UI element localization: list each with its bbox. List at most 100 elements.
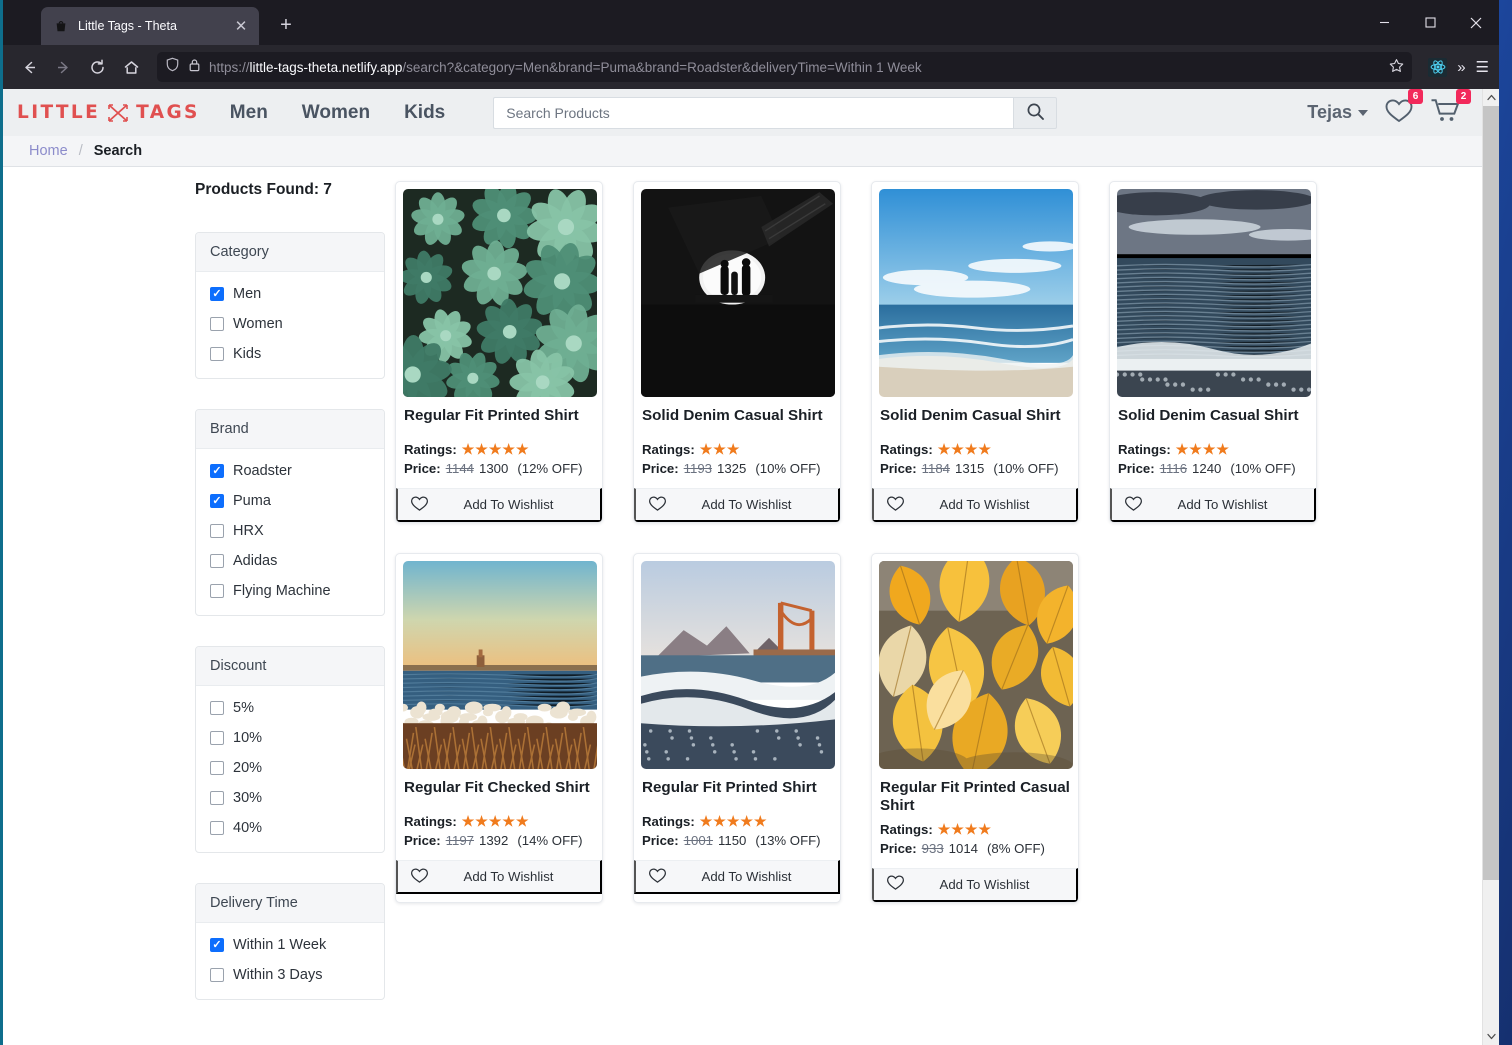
heart-outline-icon: [410, 867, 429, 887]
wishlist-button[interactable]: 6: [1384, 89, 1423, 129]
product-image[interactable]: [641, 189, 835, 397]
product-card[interactable]: Solid Denim Casual Shirt Ratings: ★★★★ P…: [871, 181, 1079, 523]
breadcrumb-home[interactable]: Home: [29, 143, 68, 159]
search-button[interactable]: [1013, 96, 1058, 129]
product-image[interactable]: [879, 561, 1073, 769]
add-to-wishlist-button[interactable]: Add To Wishlist: [872, 867, 1078, 902]
add-to-wishlist-button[interactable]: Add To Wishlist: [1110, 488, 1316, 522]
filter-option[interactable]: Puma: [210, 493, 370, 509]
search-input[interactable]: [493, 96, 1014, 129]
product-card[interactable]: Regular Fit Printed Casual Shirt Ratings…: [871, 553, 1079, 903]
filter-checkbox[interactable]: [210, 761, 224, 775]
scrollbar-track[interactable]: [1483, 106, 1499, 1028]
web-page: LITTLE TAGS Men Women Kids Search Produc…: [3, 89, 1482, 1045]
product-grid: Regular Fit Printed Shirt Ratings: ★★★★★…: [395, 181, 1482, 1045]
back-button[interactable]: [13, 51, 45, 83]
toolbar-overflow-icon[interactable]: »: [1457, 59, 1465, 76]
maximize-button[interactable]: [1407, 0, 1453, 45]
reload-button[interactable]: [81, 51, 113, 83]
page-scrollbar[interactable]: [1482, 89, 1499, 1045]
browser-tab[interactable]: Little Tags - Theta ✕: [41, 7, 259, 45]
product-image[interactable]: [403, 561, 597, 769]
filter-option[interactable]: Kids: [210, 346, 370, 362]
close-window-button[interactable]: [1453, 0, 1499, 45]
app-menu-icon[interactable]: ☰: [1476, 58, 1489, 76]
filter-checkbox[interactable]: [210, 821, 224, 835]
filter-option[interactable]: Within 3 Days: [210, 967, 370, 983]
filter-checkbox[interactable]: [210, 347, 224, 361]
product-image[interactable]: [641, 561, 835, 769]
heart-outline-icon: [648, 867, 667, 887]
nav-link-kids[interactable]: Kids: [404, 102, 445, 124]
filter-option[interactable]: Within 1 Week: [210, 937, 370, 953]
filter-checkbox[interactable]: [210, 938, 224, 952]
scroll-down-button[interactable]: [1483, 1028, 1499, 1045]
tab-close-icon[interactable]: ✕: [231, 19, 251, 34]
product-price: Price: 1144 1300 (12% OFF): [403, 458, 595, 476]
product-image[interactable]: [1117, 189, 1311, 397]
filter-checkbox[interactable]: [210, 791, 224, 805]
add-to-wishlist-button[interactable]: Add To Wishlist: [634, 860, 840, 894]
product-image[interactable]: [403, 189, 597, 397]
filter-checkbox[interactable]: [210, 287, 224, 301]
new-tab-button[interactable]: +: [273, 14, 299, 37]
filter-checkbox[interactable]: [210, 584, 224, 598]
filter-option[interactable]: 10%: [210, 730, 370, 746]
nav-link-women[interactable]: Women: [302, 102, 370, 124]
price-label: Price:: [880, 461, 917, 476]
filter-option[interactable]: Women: [210, 316, 370, 332]
original-price: 1001: [683, 833, 713, 848]
filter-option[interactable]: 30%: [210, 790, 370, 806]
add-to-wishlist-button[interactable]: Add To Wishlist: [396, 860, 602, 894]
home-button[interactable]: [115, 51, 147, 83]
product-card[interactable]: Solid Denim Casual Shirt Ratings: ★★★ Pr…: [633, 181, 841, 523]
product-card[interactable]: Regular Fit Checked Shirt Ratings: ★★★★★…: [395, 553, 603, 903]
product-card[interactable]: Solid Denim Casual Shirt Ratings: ★★★★ P…: [1109, 181, 1317, 523]
url-bar[interactable]: https://little-tags-theta.netlify.app/se…: [157, 52, 1413, 82]
heart-outline-icon: [1124, 495, 1143, 515]
nav-link-men[interactable]: Men: [230, 102, 268, 124]
filter-option[interactable]: Roadster: [210, 463, 370, 479]
original-price: 1116: [1159, 461, 1188, 476]
filter-checkbox[interactable]: [210, 968, 224, 982]
product-price: Price: 933 1014 (8% OFF): [879, 838, 1071, 856]
filter-option[interactable]: HRX: [210, 523, 370, 539]
filter-option-label: Puma: [233, 493, 271, 509]
filter-checkbox[interactable]: [210, 464, 224, 478]
filter-checkbox[interactable]: [210, 701, 224, 715]
shield-icon[interactable]: [165, 57, 180, 77]
minimize-button[interactable]: [1361, 0, 1407, 45]
discount-percent: (8% OFF): [987, 840, 1045, 856]
filter-checkbox[interactable]: [210, 554, 224, 568]
filter-checkbox[interactable]: [210, 524, 224, 538]
user-menu[interactable]: Tejas: [1307, 102, 1368, 123]
filter-checkbox[interactable]: [210, 317, 224, 331]
filter-checkbox[interactable]: [210, 731, 224, 745]
price-label: Price:: [404, 833, 441, 848]
site-logo[interactable]: LITTLE TAGS: [17, 102, 200, 124]
filter-option[interactable]: 20%: [210, 760, 370, 776]
scroll-up-button[interactable]: [1483, 89, 1499, 106]
react-devtools-icon[interactable]: [1428, 57, 1448, 77]
cart-button[interactable]: 2: [1430, 89, 1471, 129]
ratings-label: Ratings:: [642, 814, 695, 829]
add-to-wishlist-button[interactable]: Add To Wishlist: [634, 488, 840, 522]
add-to-wishlist-button[interactable]: Add To Wishlist: [396, 488, 602, 522]
filter-option[interactable]: 40%: [210, 820, 370, 836]
filter-checkbox[interactable]: [210, 494, 224, 508]
filter-option[interactable]: 5%: [210, 700, 370, 716]
product-image[interactable]: [879, 189, 1073, 397]
current-price: 1300: [479, 461, 509, 476]
add-to-wishlist-button[interactable]: Add To Wishlist: [872, 488, 1078, 522]
lock-icon[interactable]: [188, 58, 201, 77]
scrollbar-thumb[interactable]: [1483, 106, 1499, 881]
rating-stars: ★★★: [699, 441, 741, 457]
forward-button[interactable]: [47, 51, 79, 83]
product-price: Price: 1001 1150 (13% OFF): [641, 830, 833, 848]
filter-option[interactable]: Men: [210, 286, 370, 302]
filter-option[interactable]: Adidas: [210, 553, 370, 569]
product-card[interactable]: Regular Fit Printed Shirt Ratings: ★★★★★…: [395, 181, 603, 523]
bookmark-star-icon[interactable]: [1389, 58, 1404, 76]
product-card[interactable]: Regular Fit Printed Shirt Ratings: ★★★★★…: [633, 553, 841, 903]
filter-option[interactable]: Flying Machine: [210, 583, 370, 599]
